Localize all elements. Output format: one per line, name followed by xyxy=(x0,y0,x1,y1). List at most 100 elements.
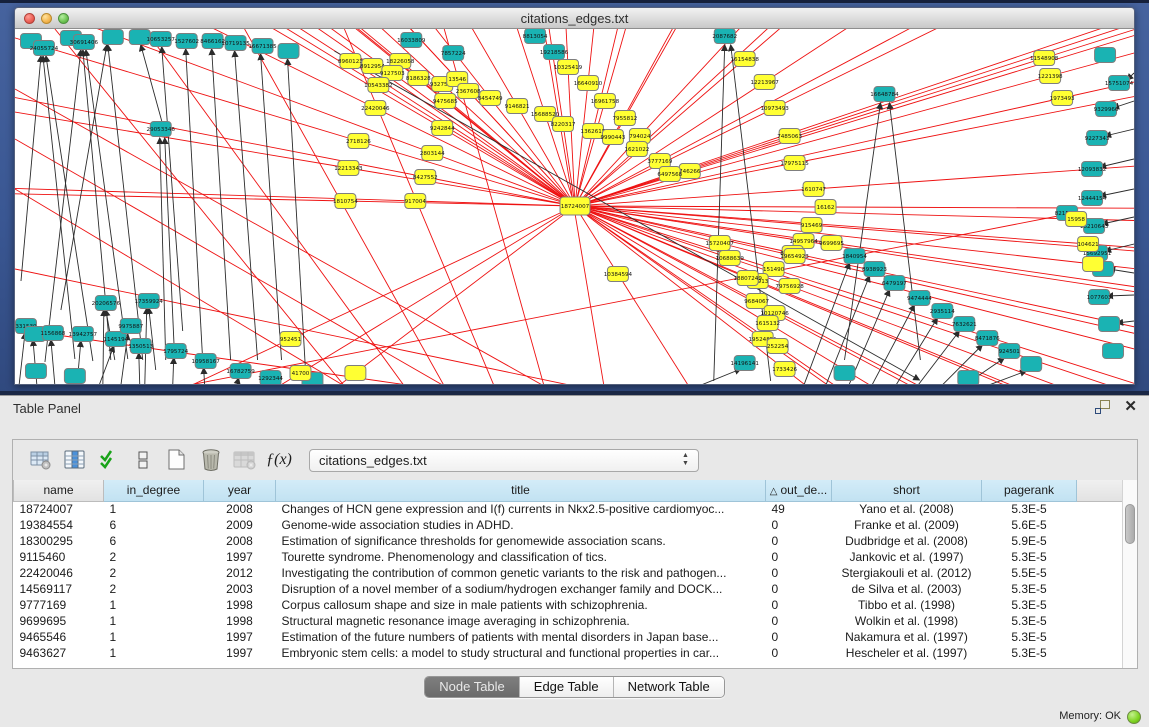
column-header-pagerank[interactable]: pagerank xyxy=(982,480,1077,501)
graph-node[interactable]: 10719135 xyxy=(221,36,250,51)
graph-node[interactable]: 10384594 xyxy=(604,267,633,282)
graph-node[interactable]: 1795724 xyxy=(163,344,188,359)
table-row[interactable]: 969969511998Structural magnetic resonanc… xyxy=(14,613,1123,629)
graph-node[interactable] xyxy=(25,364,46,379)
graph-node[interactable] xyxy=(834,366,855,381)
create-column-icon[interactable] xyxy=(165,448,189,472)
graph-node[interactable]: 18807249 xyxy=(734,271,763,286)
column-header-year[interactable]: year xyxy=(204,480,276,501)
column-header-title[interactable]: title xyxy=(276,480,766,501)
graph-node[interactable]: 1973493 xyxy=(1050,91,1075,106)
graph-node[interactable]: 22420046 xyxy=(361,101,390,116)
graph-node[interactable]: 20206576 xyxy=(92,296,121,311)
graph-node[interactable]: 1527602 xyxy=(174,34,199,49)
column-header-short[interactable]: short xyxy=(832,480,982,501)
graph-node[interactable]: 9242844 xyxy=(430,121,455,136)
graph-node[interactable]: 1621022 xyxy=(624,142,649,157)
table-row[interactable]: 2242004622012Investigating the contribut… xyxy=(14,565,1123,581)
graph-node[interactable]: 915469 xyxy=(801,218,823,233)
graph-node[interactable]: 6497568 xyxy=(657,167,682,182)
table-row[interactable]: 946554611997Estimation of the future num… xyxy=(14,629,1123,645)
graph-node[interactable] xyxy=(64,369,85,384)
graph-node[interactable]: 1292344 xyxy=(258,371,283,386)
table-row[interactable]: 1830029562008Estimation of significance … xyxy=(14,533,1123,549)
row-height-icon[interactable] xyxy=(131,448,155,472)
graph-node[interactable]: 12093832 xyxy=(1078,162,1106,177)
delete-column-icon[interactable] xyxy=(199,448,223,472)
tab-node-table[interactable]: Node Table xyxy=(425,677,519,697)
graph-node[interactable]: 10973493 xyxy=(760,101,789,116)
table-row[interactable]: 977716911998Corpus callosum shape and si… xyxy=(14,597,1123,613)
memory-status-indicator[interactable] xyxy=(1127,710,1141,724)
scrollbar-thumb[interactable] xyxy=(1125,504,1135,544)
graph-node[interactable] xyxy=(278,44,299,59)
show-hide-columns-icon[interactable] xyxy=(63,448,87,472)
graph-node[interactable]: 19654923 xyxy=(780,249,809,264)
graph-node[interactable]: 16640910 xyxy=(574,76,603,91)
table-row[interactable]: 1456911722003Disruption of a novel membe… xyxy=(14,581,1123,597)
graph-node[interactable]: 1810754 xyxy=(333,194,358,209)
table-scrollbar[interactable] xyxy=(1122,480,1137,668)
graph-node[interactable]: 2935114 xyxy=(930,304,955,319)
graph-node[interactable]: 18724007 xyxy=(560,197,590,215)
graph-node[interactable]: 16162 xyxy=(815,200,836,215)
graph-node[interactable] xyxy=(958,371,979,386)
graph-node[interactable]: 79756928 xyxy=(775,279,804,294)
graph-node[interactable]: 8938923 xyxy=(862,262,887,277)
table-row[interactable]: 946362711997Embryonic stem cells: a mode… xyxy=(14,645,1123,661)
graph-node[interactable] xyxy=(1099,317,1120,332)
graph-node[interactable]: 17975115 xyxy=(780,156,809,171)
graph-node[interactable]: 7632621 xyxy=(952,317,977,332)
graph-node[interactable]: 1221398 xyxy=(1038,69,1063,84)
table-selector-dropdown[interactable]: citations_edges.txt ▲▼ xyxy=(309,449,699,472)
graph-node[interactable]: 1156868 xyxy=(41,326,66,341)
column-header-in_degree[interactable]: in_degree xyxy=(104,480,204,501)
graph-node[interactable]: 30691406 xyxy=(70,35,99,50)
graph-node[interactable]: 14196141 xyxy=(731,356,760,371)
network-canvas[interactable]: 2405572430691406106532571527602846616210… xyxy=(15,29,1134,385)
graph-node[interactable]: 16782759 xyxy=(226,364,255,379)
graph-node[interactable]: 12213967 xyxy=(750,75,779,90)
graph-node[interactable]: 24055724 xyxy=(30,41,59,56)
graph-node[interactable]: 917004 xyxy=(405,194,427,209)
graph-node[interactable]: 2718126 xyxy=(346,134,371,149)
graph-node[interactable]: 9146821 xyxy=(505,99,530,114)
graph-node[interactable]: 7857224 xyxy=(441,46,466,61)
graph-node[interactable]: 104621 xyxy=(1077,237,1099,252)
column-header-name[interactable]: name xyxy=(14,480,104,501)
graph-node[interactable]: 252254 xyxy=(767,339,789,354)
graph-node[interactable]: 8220317 xyxy=(551,117,576,132)
select-all-rows-icon[interactable] xyxy=(97,448,121,472)
delete-table-icon[interactable] xyxy=(233,448,257,472)
table-row[interactable]: 1938455462009Genome-wide association stu… xyxy=(14,517,1123,533)
graph-node[interactable]: 8186328 xyxy=(406,71,431,86)
graph-node[interactable]: 9699695 xyxy=(819,236,844,251)
graph-node[interactable] xyxy=(102,30,123,45)
graph-node[interactable]: 2087682 xyxy=(712,29,737,44)
graph-node[interactable]: 13942757 xyxy=(69,327,98,342)
float-window-icon[interactable] xyxy=(1095,400,1110,414)
graph-node[interactable]: 10543382 xyxy=(364,78,392,93)
graph-node[interactable]: 16648784 xyxy=(870,87,899,102)
graph-node[interactable]: 924501 xyxy=(999,344,1021,359)
graph-node[interactable]: 9475685 xyxy=(433,94,458,109)
graph-node[interactable]: 8454749 xyxy=(478,91,503,106)
network-window-titlebar[interactable]: citations_edges.txt xyxy=(15,8,1134,29)
graph-node[interactable]: 746266 xyxy=(679,164,701,179)
graph-node[interactable]: 1350513 xyxy=(128,339,153,354)
graph-node[interactable] xyxy=(1095,48,1116,63)
graph-node[interactable]: 9975887 xyxy=(118,319,143,334)
graph-node[interactable]: 12444154 xyxy=(1078,191,1107,206)
graph-node[interactable]: 1733426 xyxy=(772,362,797,377)
graph-node[interactable]: 10958167 xyxy=(191,354,220,369)
graph-node[interactable]: 17359924 xyxy=(135,294,164,309)
graph-node[interactable]: 9227343 xyxy=(1085,131,1110,146)
graph-node[interactable] xyxy=(1083,257,1104,272)
graph-node[interactable]: 1840954 xyxy=(842,249,867,264)
graph-node[interactable]: 6479197 xyxy=(882,276,907,291)
graph-node[interactable]: 19218586 xyxy=(540,45,569,60)
graph-node[interactable]: 16154838 xyxy=(731,52,760,67)
graph-node[interactable]: 9474444 xyxy=(907,291,932,306)
graph-node[interactable] xyxy=(1021,357,1042,372)
graph-node[interactable]: 10325419 xyxy=(554,60,583,75)
